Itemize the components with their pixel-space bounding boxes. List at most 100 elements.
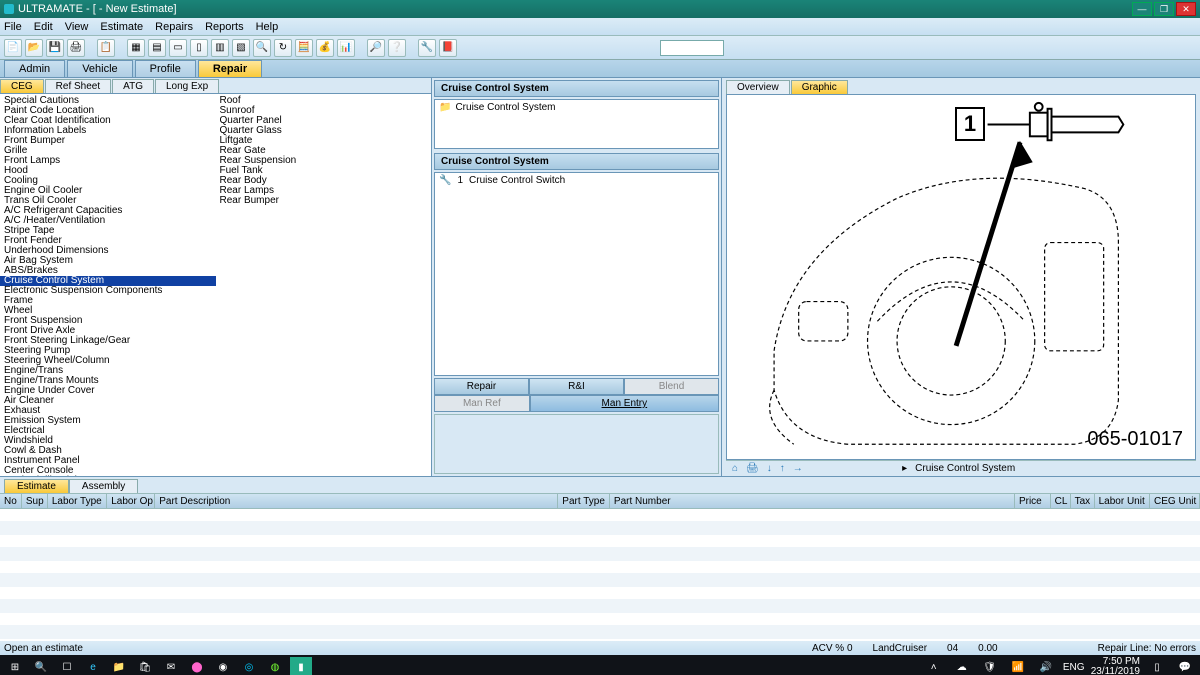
toolbar-search-input[interactable]: [660, 40, 724, 56]
app4-icon[interactable]: ▮: [290, 657, 312, 675]
wrench-icon[interactable]: 🔧: [418, 39, 436, 57]
col-header[interactable]: Price: [1015, 494, 1051, 508]
menu-view[interactable]: View: [65, 21, 89, 33]
tray-wifi-icon[interactable]: 📶: [1007, 657, 1029, 675]
tray-up-icon[interactable]: ˄: [923, 657, 945, 675]
money-icon[interactable]: 💰: [316, 39, 334, 57]
clock[interactable]: 7:50 PM 23/11/2019: [1091, 657, 1140, 675]
menu-estimate[interactable]: Estimate: [100, 21, 143, 33]
print-icon[interactable]: 🖨: [746, 463, 759, 474]
grid2-icon[interactable]: ▤: [148, 39, 166, 57]
col-header[interactable]: CEG Unit: [1150, 494, 1200, 508]
col-header[interactable]: Labor Unit: [1095, 494, 1150, 508]
open-icon[interactable]: 📂: [25, 39, 43, 57]
col-header[interactable]: Part Type: [558, 494, 610, 508]
parts-item[interactable]: Front Lamps: [0, 156, 216, 166]
diagram-part-number: 065-01017: [1087, 428, 1183, 451]
refresh-icon[interactable]: ↻: [274, 39, 292, 57]
col-header[interactable]: Part Number: [610, 494, 1015, 508]
estimate-tab-estimate[interactable]: Estimate: [4, 479, 69, 493]
menu-help[interactable]: Help: [256, 21, 279, 33]
action-buttons-row2: Man Ref Man Entry: [434, 395, 719, 412]
subtab-atg[interactable]: ATG: [112, 79, 154, 93]
grid-row: [0, 548, 1200, 561]
tab-repair[interactable]: Repair: [198, 60, 262, 77]
menu-file[interactable]: File: [4, 21, 22, 33]
col-header[interactable]: Labor Type: [48, 494, 107, 508]
graphic-tab-graphic[interactable]: Graphic: [791, 80, 848, 94]
tray-volume-icon[interactable]: 🔊: [1035, 657, 1057, 675]
new-icon[interactable]: 📄: [4, 39, 22, 57]
menu-edit[interactable]: Edit: [34, 21, 53, 33]
col-header[interactable]: Sup: [22, 494, 48, 508]
find-icon[interactable]: 🔎: [367, 39, 385, 57]
repair-button[interactable]: Repair: [434, 378, 529, 395]
copy-icon[interactable]: 📋: [97, 39, 115, 57]
tab-profile[interactable]: Profile: [135, 60, 196, 77]
tray-chart-icon[interactable]: ▯: [1146, 657, 1168, 675]
part-number: 1: [457, 175, 463, 186]
subtab-ref-sheet[interactable]: Ref Sheet: [45, 79, 111, 93]
close-button[interactable]: ✕: [1176, 2, 1196, 16]
grid-row: [0, 600, 1200, 613]
graphic-tab-overview[interactable]: Overview: [726, 80, 790, 94]
calc-icon[interactable]: 🧮: [295, 39, 313, 57]
nav-down-icon[interactable]: ↓: [767, 463, 772, 474]
col-header[interactable]: Tax: [1071, 494, 1095, 508]
store-icon[interactable]: 🛍: [134, 657, 156, 675]
help-icon[interactable]: ❔: [388, 39, 406, 57]
status-bar: Open an estimate ACV % 0 LandCruiser 04 …: [0, 641, 1200, 655]
tray-cloud-icon[interactable]: ☁: [951, 657, 973, 675]
pdf-icon[interactable]: 📕: [439, 39, 457, 57]
start-icon[interactable]: ⊞: [4, 657, 26, 675]
explorer-icon[interactable]: 📁: [108, 657, 130, 675]
group-header: Cruise Control System: [434, 80, 719, 97]
menu-repairs[interactable]: Repairs: [155, 21, 193, 33]
tray-shield-icon[interactable]: 🛡: [979, 657, 1001, 675]
folder-row[interactable]: 📁 Cruise Control System: [439, 102, 714, 113]
app2-icon[interactable]: ◎: [238, 657, 260, 675]
col-header[interactable]: Part Description: [155, 494, 558, 508]
subtab-ceg[interactable]: CEG: [0, 79, 44, 93]
notifications-icon[interactable]: 💬: [1174, 657, 1196, 675]
mail-icon[interactable]: ✉: [160, 657, 182, 675]
nav-up-icon[interactable]: ↑: [780, 463, 785, 474]
middle-panel: Cruise Control System 📁 Cruise Control S…: [432, 78, 722, 476]
print-icon[interactable]: 🖨: [67, 39, 85, 57]
parts-item[interactable]: Front Bumper: [0, 136, 216, 146]
layout4-icon[interactable]: ▧: [232, 39, 250, 57]
taskview-icon[interactable]: ☐: [56, 657, 78, 675]
layout2-icon[interactable]: ▯: [190, 39, 208, 57]
part-row[interactable]: 🔧 1 Cruise Control Switch: [439, 175, 714, 186]
col-header[interactable]: No: [0, 494, 22, 508]
estimate-tab-assembly[interactable]: Assembly: [69, 479, 138, 493]
parts-item[interactable]: Frame: [0, 296, 216, 306]
app1-icon[interactable]: ⬤: [186, 657, 208, 675]
col-header[interactable]: CL: [1051, 494, 1071, 508]
search-icon[interactable]: 🔍: [30, 657, 52, 675]
blend-button: Blend: [624, 378, 719, 395]
edge-icon[interactable]: e: [82, 657, 104, 675]
subtab-long-exp[interactable]: Long Exp: [155, 79, 219, 93]
man-entry-button[interactable]: Man Entry: [530, 395, 719, 412]
nav-right-icon[interactable]: →: [793, 463, 803, 474]
tab-vehicle[interactable]: Vehicle: [67, 60, 132, 77]
col-header[interactable]: Labor Op: [107, 494, 155, 508]
ri-button[interactable]: R&I: [529, 378, 624, 395]
layout3-icon[interactable]: ▥: [211, 39, 229, 57]
maximize-button[interactable]: ❐: [1154, 2, 1174, 16]
parts-item[interactable]: Rear Bumper: [216, 196, 432, 206]
report-icon[interactable]: 📊: [337, 39, 355, 57]
app3-icon[interactable]: ◍: [264, 657, 286, 675]
tab-admin[interactable]: Admin: [4, 60, 65, 77]
home-icon[interactable]: ⌂: [732, 463, 738, 474]
menu-reports[interactable]: Reports: [205, 21, 244, 33]
grid1-icon[interactable]: ▦: [127, 39, 145, 57]
minimize-button[interactable]: —: [1132, 2, 1152, 16]
zoom-icon[interactable]: 🔍: [253, 39, 271, 57]
estimate-tabs: EstimateAssembly: [0, 477, 1200, 493]
layout1-icon[interactable]: ▭: [169, 39, 187, 57]
tray-lang-icon[interactable]: ENG: [1063, 657, 1085, 675]
save-icon[interactable]: 💾: [46, 39, 64, 57]
chrome-icon[interactable]: ◉: [212, 657, 234, 675]
